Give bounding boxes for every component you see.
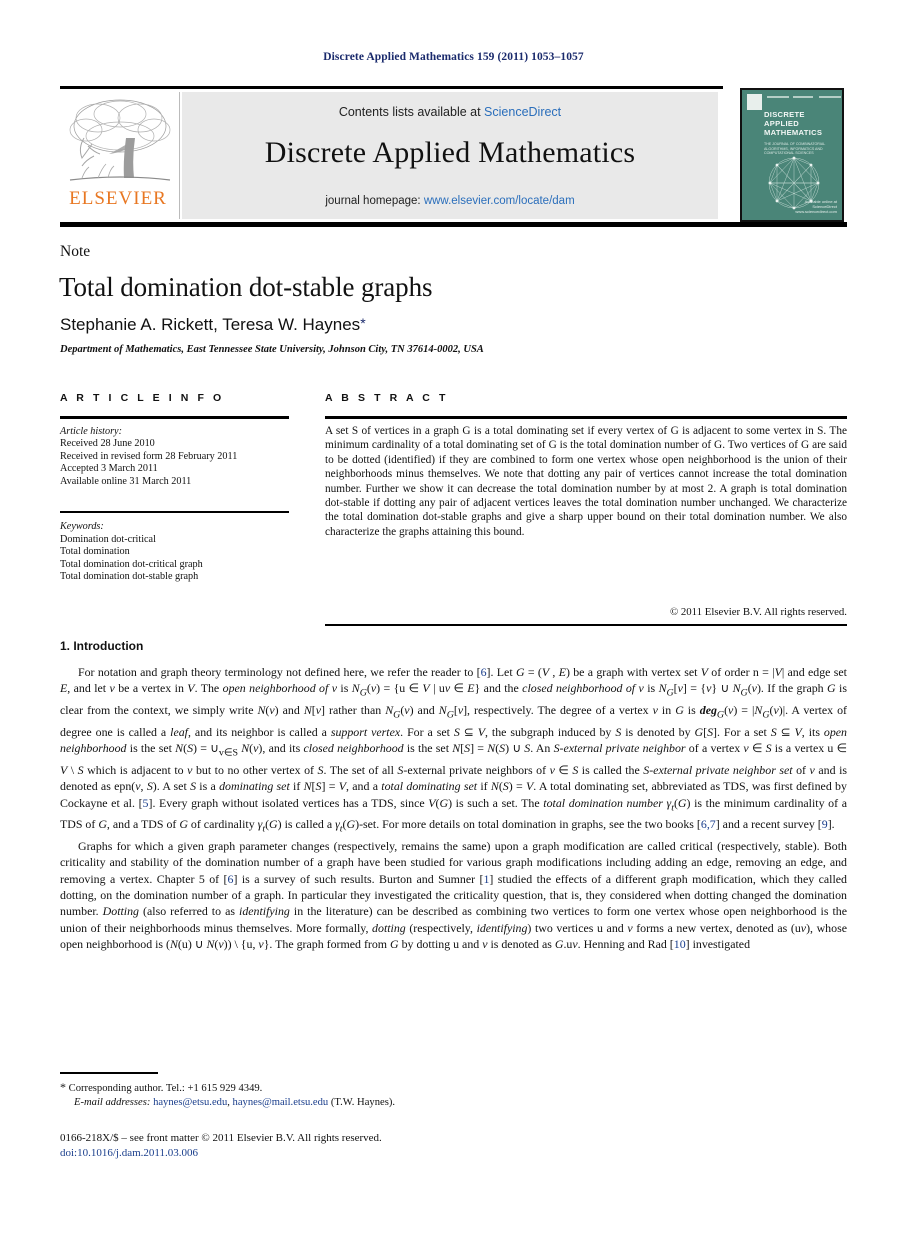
keyword-item: Total domination dot-stable graph <box>60 571 199 583</box>
email-owner: (T.W. Haynes). <box>330 1097 396 1108</box>
corresponding-author-text: Corresponding author. Tel.: +1 615 929 4… <box>68 1083 263 1094</box>
contents-available-line: Contents lists available at ScienceDirec… <box>182 105 718 119</box>
keyword-item: Total domination <box>60 546 130 558</box>
abstract-top-rule <box>325 416 847 419</box>
homepage-prefix: journal homepage: <box>325 195 424 207</box>
abstract-bottom-rule <box>325 624 847 626</box>
abstract-text: A set S of vertices in a graph G is a to… <box>325 425 847 538</box>
cover-sd-url: www.sciencedirect.com <box>795 209 837 214</box>
elsevier-wordmark: ELSEVIER <box>69 188 167 209</box>
email-link-2[interactable]: haynes@mail.etsu.edu <box>233 1097 329 1108</box>
cover-title-line-1: DISCRETE <box>764 110 805 119</box>
cover-meta-bar-2 <box>793 96 813 98</box>
doi-link[interactable]: doi:10.1016/j.dam.2011.03.006 <box>60 1146 660 1161</box>
journal-homepage-link[interactable]: www.elsevier.com/locate/dam <box>424 195 575 207</box>
cover-title: DISCRETE APPLIED MATHEMATICS <box>764 110 822 138</box>
article-history-label: Article history: <box>60 426 122 437</box>
cover-sciencedirect-badge: Available online at ScienceDirect www.sc… <box>795 199 837 214</box>
article-history-item: Accepted 3 March 2011 <box>60 463 158 475</box>
email-note: E-mail addresses: haynes@etsu.edu, hayne… <box>74 1097 396 1108</box>
contents-prefix: Contents lists available at <box>338 105 485 119</box>
paper-page: Discrete Applied Mathematics 159 (2011) … <box>0 0 907 1238</box>
article-history-item: Received in revised form 28 February 201… <box>60 450 238 462</box>
abstract-heading: A B S T R A C T <box>325 392 449 404</box>
email-link-1[interactable]: haynes@etsu.edu <box>153 1097 227 1108</box>
keywords-rule <box>60 511 289 513</box>
article-history-item: Received 28 June 2010 <box>60 438 155 450</box>
article-info-heading: A R T I C L E I N F O <box>60 392 225 404</box>
article-info-rule <box>60 416 289 419</box>
cover-header-strip <box>747 94 841 110</box>
keywords-label: Keywords: <box>60 521 104 532</box>
cover-meta-bar-1 <box>767 96 789 98</box>
issn-copyright-line: 0166-218X/$ – see front matter © 2011 El… <box>60 1132 382 1144</box>
article-history-block: Article history: Received 28 June 2010 R… <box>60 426 295 488</box>
cover-title-line-3: MATHEMATICS <box>764 128 823 138</box>
cover-title-line-2: APPLIED <box>764 119 800 129</box>
page-title: Total domination dot-stable graphs <box>59 272 433 302</box>
cover-elsevier-mark-icon <box>747 94 762 110</box>
masthead-top-rule <box>60 86 723 89</box>
article-history-item: Available online 31 March 2011 <box>60 475 192 487</box>
affiliation: Department of Mathematics, East Tennesse… <box>60 344 484 355</box>
cover-meta-bar-3 <box>819 96 841 98</box>
elsevier-tree-icon <box>69 99 171 181</box>
journal-masthead: Contents lists available at ScienceDirec… <box>182 92 718 219</box>
keyword-item: Total domination dot-critical graph <box>60 558 203 570</box>
journal-homepage-line: journal homepage: www.elsevier.com/locat… <box>182 195 718 207</box>
imprint-block: 0166-218X/$ – see front matter © 2011 El… <box>60 1131 660 1161</box>
journal-title: Discrete Applied Mathematics <box>264 136 636 169</box>
journal-cover-thumbnail: DISCRETE APPLIED MATHEMATICS THE JOURNAL… <box>740 88 844 222</box>
email-label: E-mail addresses: <box>74 1097 151 1108</box>
keywords-block: Keywords: Domination dot-critical Total … <box>60 521 295 584</box>
body-paragraph-1: For notation and graph theory terminolog… <box>60 665 848 835</box>
keyword-item: Domination dot-critical <box>60 533 156 545</box>
corresponding-author-marker: * <box>360 315 366 331</box>
masthead-bottom-rule <box>60 222 847 227</box>
section-heading-introduction: 1. Introduction <box>60 639 144 653</box>
elsevier-logo: ELSEVIER <box>62 92 180 219</box>
sciencedirect-link[interactable]: ScienceDirect <box>484 105 561 119</box>
corresponding-author-note: * Corresponding author. Tel.: +1 615 929… <box>60 1080 620 1096</box>
footnote-star-marker: * <box>60 1080 66 1094</box>
author-list: Stephanie A. Rickett, Teresa W. Haynes* <box>60 315 366 335</box>
author-names: Stephanie A. Rickett, Teresa W. Haynes <box>60 315 361 334</box>
article-type-label: Note <box>60 243 91 260</box>
copyright-line: © 2011 Elsevier B.V. All rights reserved… <box>669 606 847 618</box>
body-paragraph-2: Graphs for which a given graph parameter… <box>60 838 848 952</box>
footnote-rule <box>60 1072 158 1074</box>
section-body: For notation and graph theory terminolog… <box>60 664 847 952</box>
footnote-block: * Corresponding author. Tel.: +1 615 929… <box>60 1080 620 1110</box>
running-head: Discrete Applied Mathematics 159 (2011) … <box>323 51 584 63</box>
